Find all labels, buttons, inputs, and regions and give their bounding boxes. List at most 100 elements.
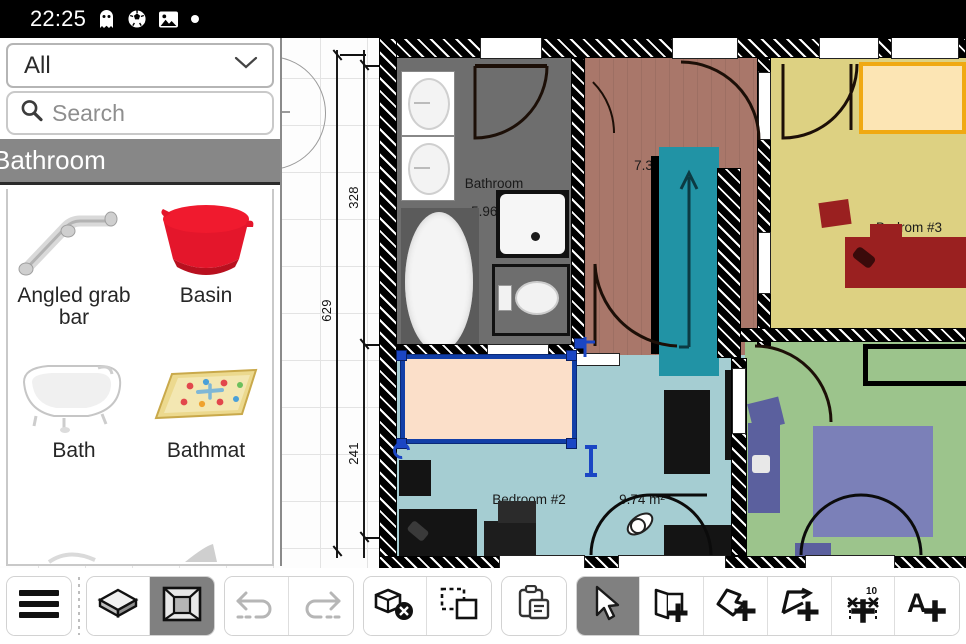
bathtub-fixture[interactable] (401, 208, 479, 356)
dot-icon (190, 14, 200, 24)
drawer-furniture[interactable] (484, 521, 536, 557)
catalog-item-label: Bath (52, 439, 96, 462)
window-opening[interactable] (891, 38, 959, 59)
grab-bar-thumb (14, 195, 134, 283)
building-plan[interactable]: Bathroom 5.96 m² 7.38 m² Bedrom #3 9 m² … (379, 38, 966, 568)
redo-icon (299, 587, 343, 626)
delete-object-button[interactable] (363, 577, 428, 635)
shelf-furniture[interactable] (863, 344, 966, 386)
toilet-fixture[interactable] (492, 264, 570, 336)
add-dimension-button[interactable]: 10 (831, 577, 896, 635)
door-swing-bedroom2-bottom (589, 493, 713, 556)
add-room-icon (714, 587, 756, 626)
dimension-value-label: 10 (866, 586, 878, 597)
add-wall-button[interactable] (640, 577, 705, 635)
catalog-item-bath[interactable]: Bath (8, 344, 140, 499)
partial-item-thumb (151, 505, 261, 564)
category-select-wrapper: All (0, 38, 280, 88)
resize-handle-bottom-right[interactable] (566, 438, 577, 449)
view-plan-button[interactable] (150, 577, 215, 635)
add-room-button[interactable] (704, 577, 768, 635)
wall-exterior-left[interactable] (379, 38, 397, 568)
resize-handle-top-left[interactable] (396, 350, 407, 361)
status-bar: 22:25 (0, 0, 966, 38)
toolbar-group-tools: 10 A (575, 576, 961, 636)
dimension-chain-outer (336, 50, 338, 558)
add-polyline-button[interactable] (767, 577, 832, 635)
status-clock: 22:25 (30, 6, 87, 31)
menu-button[interactable] (7, 577, 71, 635)
room-perspective-icon (162, 586, 202, 627)
catalog-grid[interactable]: Angled grab bar Basin Bath Bathmat (6, 189, 274, 566)
room-label-bedroom3: Bedrom #3 (875, 220, 943, 235)
toolbar-group-history (224, 576, 354, 636)
window-opening[interactable] (480, 38, 542, 59)
search-input[interactable]: Search (6, 91, 274, 135)
add-text-icon: A (906, 586, 948, 627)
catalog-section-header[interactable]: Bathroom (0, 139, 280, 185)
redo-button[interactable] (288, 577, 353, 635)
sink-fixture[interactable] (401, 71, 455, 136)
catalog-panel[interactable]: All Search Bathroom Angled grab bar Basi… (0, 38, 282, 566)
door-opening[interactable] (758, 232, 771, 294)
soccer-ball-icon (127, 9, 147, 29)
add-dimension-icon: 10 (841, 585, 885, 628)
paste-button[interactable] (501, 577, 566, 635)
toolbar-group-menu (6, 576, 72, 636)
elevation-handle[interactable] (582, 444, 600, 483)
bottom-toolbar[interactable]: 10 A (0, 568, 966, 644)
wall-interior-bedroom1-top[interactable] (731, 328, 966, 342)
cube-delete-icon (374, 586, 416, 627)
app-root: 22:25 328 629 241 Bathroom 5.96 m² 7.38 … (0, 0, 966, 644)
door-swing-hall-bottom (593, 263, 678, 348)
bathmat-thumb (146, 350, 266, 438)
cabinet-furniture[interactable] (664, 390, 710, 474)
nightstand-furniture[interactable] (818, 199, 852, 228)
sofa-furniture[interactable] (845, 224, 966, 288)
window-opening[interactable] (672, 38, 738, 59)
drawer-furniture[interactable] (498, 501, 536, 523)
window-opening[interactable] (499, 555, 585, 568)
catalog-item-label: Basin (179, 284, 233, 307)
catalog-grid-wrapper: Angled grab bar Basin Bath Bathmat (0, 185, 280, 566)
category-select[interactable]: All (6, 43, 274, 88)
view-3d-button[interactable] (86, 577, 151, 635)
dimension-chain-inner (363, 50, 365, 558)
select-area-button[interactable] (427, 577, 491, 635)
dimension-label: 328 (345, 186, 361, 209)
room-label-bathroom: Bathroom (464, 176, 524, 191)
door-swing-hall-top (680, 60, 761, 141)
toolbar-group-clipboard (500, 576, 567, 636)
bath-thumb (14, 350, 134, 438)
door-swing-bedroom3 (781, 63, 859, 140)
catalog-item-angled-grab-bar[interactable]: Angled grab bar (8, 189, 140, 344)
toolbar-separator (77, 577, 80, 635)
cube-3d-icon (97, 586, 139, 627)
door-opening[interactable] (732, 368, 746, 434)
wall-stair-shaft[interactable] (717, 168, 741, 358)
door-swing-bedroom1-top (754, 344, 833, 423)
catalog-item-partial[interactable] (140, 499, 272, 564)
undo-button[interactable] (225, 577, 289, 635)
undo-icon (234, 587, 278, 626)
window-opening[interactable] (819, 38, 879, 59)
catalog-item-basin[interactable]: Basin (140, 189, 272, 344)
dimension-label: 629 (318, 299, 334, 322)
cabinet-furniture[interactable] (399, 460, 431, 496)
search-icon (20, 99, 43, 127)
select-tool-button[interactable] (576, 577, 641, 635)
toolbar-group-edit (362, 576, 492, 636)
photo-icon (158, 10, 179, 29)
catalog-item-bathmat[interactable]: Bathmat (140, 344, 272, 499)
shower-tray-fixture[interactable] (496, 190, 569, 258)
sink-fixture[interactable] (401, 136, 455, 201)
desk-furniture[interactable] (399, 509, 477, 557)
cursor-arrow-icon (593, 585, 623, 628)
add-text-button[interactable]: A (895, 577, 960, 635)
category-select-value: All (24, 51, 51, 79)
clipboard-icon (516, 584, 552, 628)
marquee-select-icon (439, 587, 479, 626)
catalog-item-partial[interactable] (8, 499, 140, 564)
selected-object[interactable] (401, 355, 576, 443)
selection-marker[interactable] (572, 334, 598, 365)
